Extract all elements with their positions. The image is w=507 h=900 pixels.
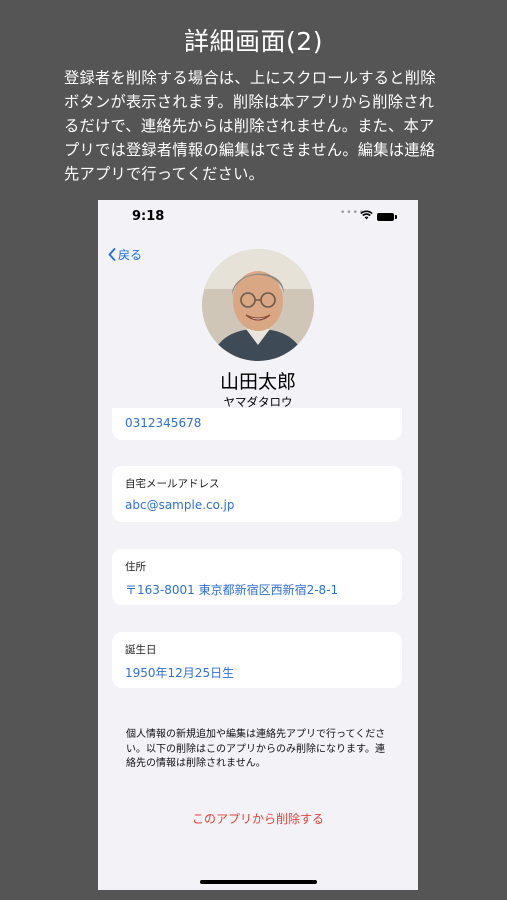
- status-time: 9:18: [132, 209, 165, 224]
- address-value[interactable]: 〒163-8001 東京都新宿区西新宿2-8-1: [125, 581, 338, 598]
- birthday-value[interactable]: 1950年12月25日生: [125, 664, 234, 681]
- phone-card-partial: 0312345678: [112, 408, 402, 440]
- delete-button[interactable]: このアプリから削除する: [98, 810, 418, 827]
- status-bar: 9:18 ••••: [98, 200, 418, 234]
- battery-icon: [377, 213, 394, 221]
- address-card: 住所 〒163-8001 東京都新宿区西新宿2-8-1: [112, 549, 402, 605]
- address-label: 住所: [125, 561, 146, 573]
- email-card: 自宅メールアドレス abc@sample.co.jp: [112, 466, 402, 522]
- avatar: [202, 249, 314, 361]
- phone-screen: 9:18 •••• 戻る 山田太郎 ヤマダタロウ 0312345678 自宅メー…: [98, 200, 418, 890]
- phone-number-partial[interactable]: 0312345678: [125, 416, 201, 430]
- birthday-label: 誕生日: [125, 644, 157, 656]
- birthday-card: 誕生日 1950年12月25日生: [112, 632, 402, 688]
- back-label: 戻る: [118, 248, 143, 262]
- battery-tip: [395, 215, 397, 219]
- page-description: 登録者を削除する場合は、上にスクロールすると削除ボタンが表示されます。削除は本ア…: [64, 69, 436, 183]
- email-value[interactable]: abc@sample.co.jp: [125, 498, 235, 512]
- home-indicator: [200, 880, 317, 884]
- back-button[interactable]: 戻る: [108, 246, 142, 263]
- contact-name: 山田太郎: [219, 371, 296, 393]
- chevron-left-icon: [108, 248, 116, 261]
- info-note: 個人情報の新規追加や編集は連絡先アプリで行ってください。以下の削除はこのアプリか…: [126, 729, 386, 769]
- page-title: 詳細画面(2): [184, 27, 323, 56]
- email-label: 自宅メールアドレス: [125, 478, 220, 490]
- wifi-icon: [360, 210, 373, 220]
